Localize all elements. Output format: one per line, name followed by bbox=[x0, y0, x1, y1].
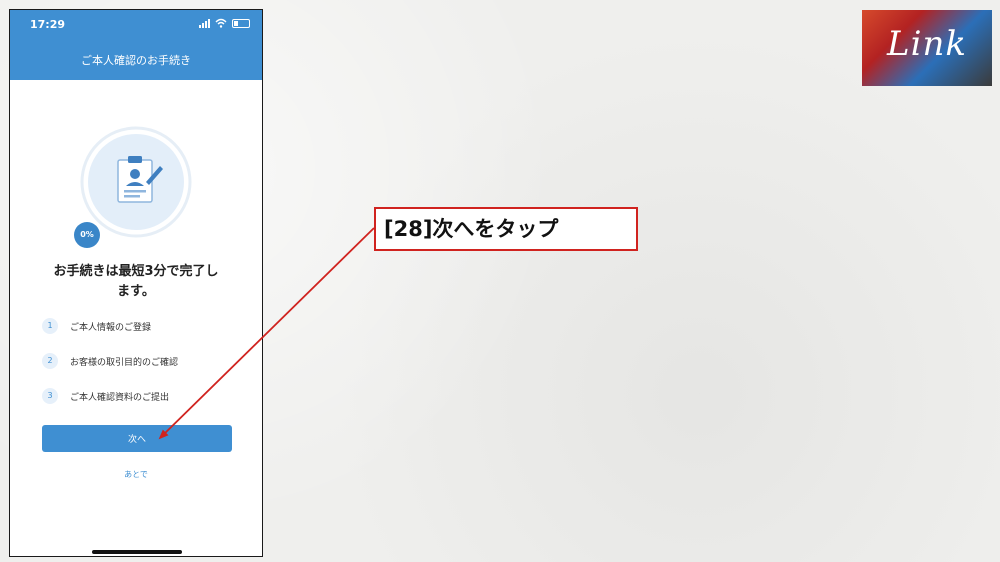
step-label: お客様の取引目的のご確認 bbox=[70, 357, 179, 368]
home-indicator bbox=[92, 550, 182, 554]
step-item: 2 お客様の取引目的のご確認 bbox=[42, 352, 178, 370]
step-label: ご本人情報のご登録 bbox=[70, 322, 152, 333]
signal-icon bbox=[199, 18, 210, 28]
progress-ring bbox=[80, 126, 192, 238]
phone-screen: 17:29 ご本人確認のお手続き 0% お手続きは最短3分で完了し ます。 1 … bbox=[9, 9, 263, 557]
logo-text: Link bbox=[887, 24, 967, 64]
link-logo: Link bbox=[862, 10, 992, 86]
step-item: 1 ご本人情報のご登録 bbox=[42, 317, 151, 335]
step-number: 3 bbox=[42, 388, 58, 404]
later-link[interactable]: あとで bbox=[10, 469, 262, 480]
main-title: お手続きは最短3分で完了し ます。 bbox=[36, 262, 236, 302]
step-item: 3 ご本人確認資料のご提出 bbox=[42, 387, 169, 405]
annotation-callout: [28]次へをタップ bbox=[374, 207, 638, 251]
wifi-icon bbox=[215, 18, 227, 28]
step-label: ご本人確認資料のご提出 bbox=[70, 392, 170, 403]
status-time: 17:29 bbox=[30, 18, 66, 31]
main-title-line1: お手続きは最短3分で完了し bbox=[53, 264, 219, 279]
progress-badge: 0% bbox=[74, 222, 100, 248]
step-number: 1 bbox=[42, 318, 58, 334]
page-title: ご本人確認のお手続き bbox=[10, 42, 262, 80]
main-title-line2: ます。 bbox=[117, 284, 155, 299]
status-bar: 17:29 bbox=[10, 10, 262, 42]
step-number: 2 bbox=[42, 353, 58, 369]
next-button[interactable]: 次へ bbox=[42, 425, 232, 452]
battery-icon bbox=[232, 18, 250, 28]
status-icons bbox=[199, 18, 250, 28]
